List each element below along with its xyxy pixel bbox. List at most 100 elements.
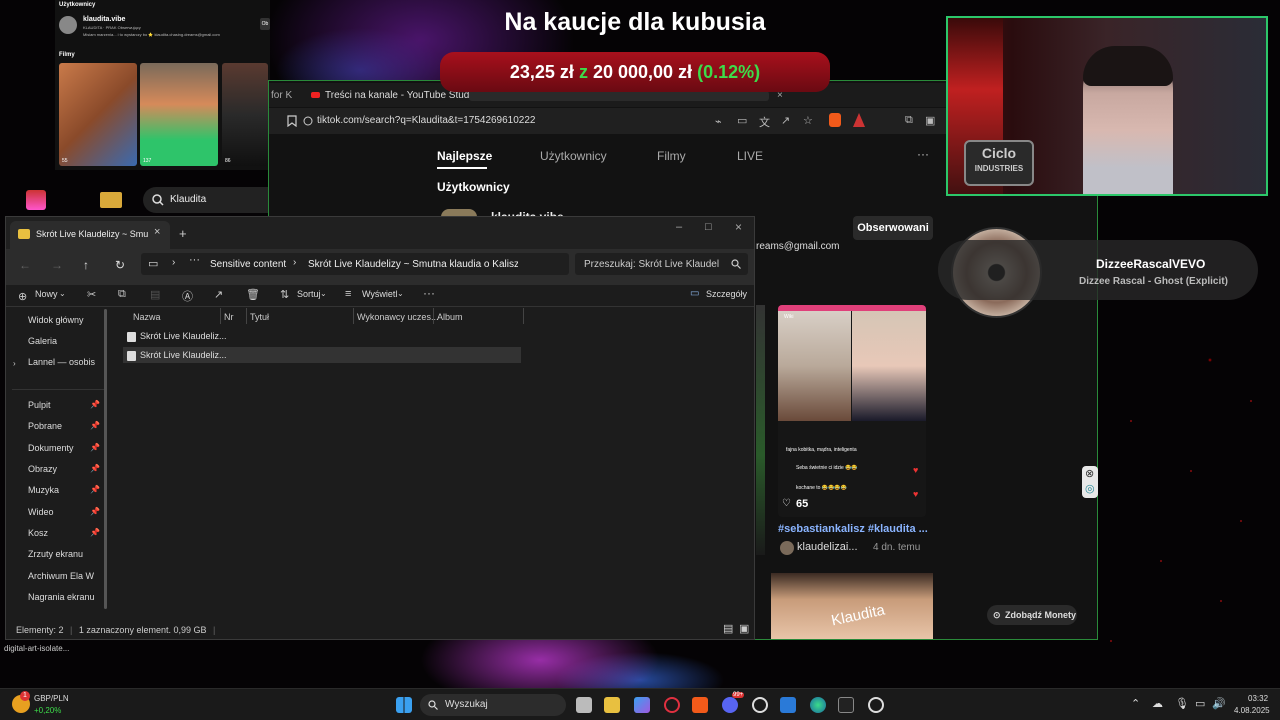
sidebar-item[interactable]: Galeria (28, 333, 108, 349)
cut-icon[interactable]: ✂ (87, 288, 96, 301)
opera-icon[interactable] (664, 697, 680, 713)
sidebar-item[interactable]: Muzyka 📌 (28, 482, 108, 498)
stocks-icon[interactable]: 1 (12, 691, 30, 713)
sidebar-scrollbar[interactable] (104, 309, 107, 609)
bookmark-icon[interactable] (287, 115, 297, 127)
column-divider[interactable] (523, 308, 524, 324)
rewards-icon[interactable] (853, 113, 865, 127)
chevron-up-icon[interactable]: ⌃ (1131, 697, 1140, 710)
pin-icon[interactable]: 📌 (90, 504, 100, 520)
back-icon[interactable]: ← (19, 258, 31, 272)
get-coins-button[interactable]: ⊙ Zdobądź Monety (987, 605, 1077, 625)
bookmark-star-icon[interactable]: ☆ (803, 114, 813, 127)
video-author[interactable]: klaudelizai... (797, 541, 858, 553)
cloud-icon[interactable]: ☁ (1152, 697, 1163, 710)
more-options-icon[interactable]: ··· (917, 147, 929, 161)
video-card[interactable]: Wiki fajna kobitka, mądra, inteligenta S… (778, 305, 926, 517)
paste-icon[interactable]: ▤ (150, 288, 160, 301)
clock-date[interactable]: 4.08.2025 (1234, 706, 1270, 715)
sidebar-item[interactable]: Pulpit 📌 (28, 397, 108, 413)
search-box[interactable]: Przeszukaj: Skrót Live Klaudelizy (575, 253, 748, 275)
column-divider[interactable] (246, 308, 247, 324)
following-button[interactable]: Obserwowani (853, 216, 933, 240)
close-tab-icon[interactable]: × (154, 226, 160, 238)
column-header[interactable]: Nr (224, 312, 234, 322)
translate-icon[interactable]: 文 (759, 114, 770, 130)
brave-shield-icon[interactable] (829, 113, 841, 127)
tab-najlepsze[interactable]: Najlepsze (437, 149, 492, 163)
copy-icon[interactable]: ⧉ (118, 288, 126, 301)
copilot-icon[interactable] (634, 697, 650, 713)
video-hashtags[interactable]: #sebastiankalisz #klaudita ... (778, 523, 928, 535)
column-divider[interactable] (353, 308, 354, 324)
paint-icon[interactable] (780, 697, 796, 713)
browser-tab[interactable]: for K (271, 90, 292, 101)
column-divider[interactable] (220, 308, 221, 324)
tiktok-search-box[interactable]: Klaudita (143, 187, 281, 213)
close-icon[interactable]: ⊗ (1085, 467, 1094, 480)
extensions-icon[interactable]: ⧉ (905, 114, 913, 127)
more-options-icon[interactable]: ··· (423, 286, 435, 300)
pin-icon[interactable]: 📌 (90, 397, 100, 413)
rename-icon[interactable]: Ⓐ (182, 288, 193, 304)
new-tab-icon[interactable]: + (179, 226, 187, 241)
tiles-view-icon[interactable]: ▣ (739, 622, 749, 635)
details-button[interactable]: Szczegóły (706, 289, 747, 299)
breadcrumb[interactable]: ▭ › ··· Sensitive content › Skrót Live K… (141, 253, 569, 275)
sidebar-icon[interactable]: ▣ (925, 114, 935, 127)
sidebar-item[interactable]: Dokumenty 📌 (28, 440, 108, 456)
start-icon[interactable] (396, 697, 412, 713)
file-explorer-icon[interactable] (604, 697, 620, 713)
forward-icon[interactable]: → (51, 258, 63, 272)
sidebar-item[interactable]: Nagrania ekranu (28, 589, 108, 605)
sort-button[interactable]: Sortuj (297, 289, 321, 299)
browser-tab[interactable] (469, 91, 769, 101)
sidebar-item[interactable]: Widok główny (28, 312, 108, 328)
sidebar-item[interactable]: Lannel — osobis (28, 354, 108, 370)
display-icon[interactable]: ▭ (1195, 697, 1205, 710)
delete-icon[interactable]: 🗑 (246, 288, 260, 301)
volume-icon[interactable]: 🔊 (1212, 697, 1226, 710)
reader-mode-icon[interactable]: ⌁ (715, 115, 722, 128)
maximize-icon[interactable]: □ (705, 221, 712, 233)
sidebar-item[interactable]: Zrzuty ekranu (28, 546, 108, 562)
column-header[interactable]: Album (437, 312, 463, 322)
sidebar-item[interactable]: Kosz 📌 (28, 525, 108, 541)
follow-button[interactable]: Ob (260, 18, 270, 30)
video-thumbnail[interactable]: 55 (59, 63, 137, 166)
taskbar-search[interactable]: Wyszukaj (420, 694, 566, 716)
tab-filmy[interactable]: Filmy (657, 149, 686, 163)
address-bar[interactable]: tiktok.com/search?q=Klaudita&t=175426961… (269, 108, 949, 134)
clock-time[interactable]: 03:32 (1248, 694, 1268, 703)
url-text[interactable]: tiktok.com/search?q=Klaudita&t=175426961… (317, 108, 536, 134)
search-input[interactable]: Wyszukaj (445, 699, 488, 710)
sidebar-item[interactable]: Pobrane 📌 (28, 418, 108, 434)
column-header[interactable]: Nazwa (133, 312, 161, 322)
file-row[interactable]: Skrót Live Klaudeliz... (123, 347, 521, 363)
avatar[interactable] (780, 541, 794, 555)
search-input[interactable]: Klaudita (170, 194, 206, 205)
desktop-shortcut-icon[interactable] (26, 190, 46, 210)
video-thumbnail[interactable] (756, 305, 765, 555)
file-row[interactable]: Skrót Live Klaudeliz... (123, 328, 521, 344)
sidebar-item[interactable]: Archiwum Ela W (28, 568, 108, 584)
more-path-icon[interactable]: ··· (189, 254, 200, 266)
cast-icon[interactable]: ▭ (737, 114, 747, 127)
video-thumbnail[interactable]: Klaudita (771, 573, 933, 639)
obs-icon[interactable] (752, 697, 768, 713)
sidebar-item[interactable]: Wideo 📌 (28, 504, 108, 520)
user-name[interactable]: klaudita.vibe (83, 16, 125, 23)
column-header[interactable]: Tytuł (250, 312, 269, 322)
microphone-icon[interactable]: 🎙 (1175, 697, 1189, 710)
video-thumbnail[interactable]: 86 (222, 63, 268, 166)
brave-icon[interactable] (692, 697, 708, 713)
ticker-name[interactable]: GBP/PLN (34, 694, 69, 703)
task-view-icon[interactable] (576, 697, 592, 713)
column-header[interactable]: Wykonawcy uczes... (357, 312, 438, 322)
site-info-icon[interactable] (303, 116, 313, 126)
column-divider[interactable] (433, 308, 434, 324)
pin-icon[interactable]: 📌 (90, 482, 100, 498)
video-thumbnail[interactable]: 137 (140, 63, 218, 166)
tab-uzytkownicy[interactable]: Użytkownicy (540, 149, 607, 163)
media-player-icon[interactable] (868, 697, 884, 713)
